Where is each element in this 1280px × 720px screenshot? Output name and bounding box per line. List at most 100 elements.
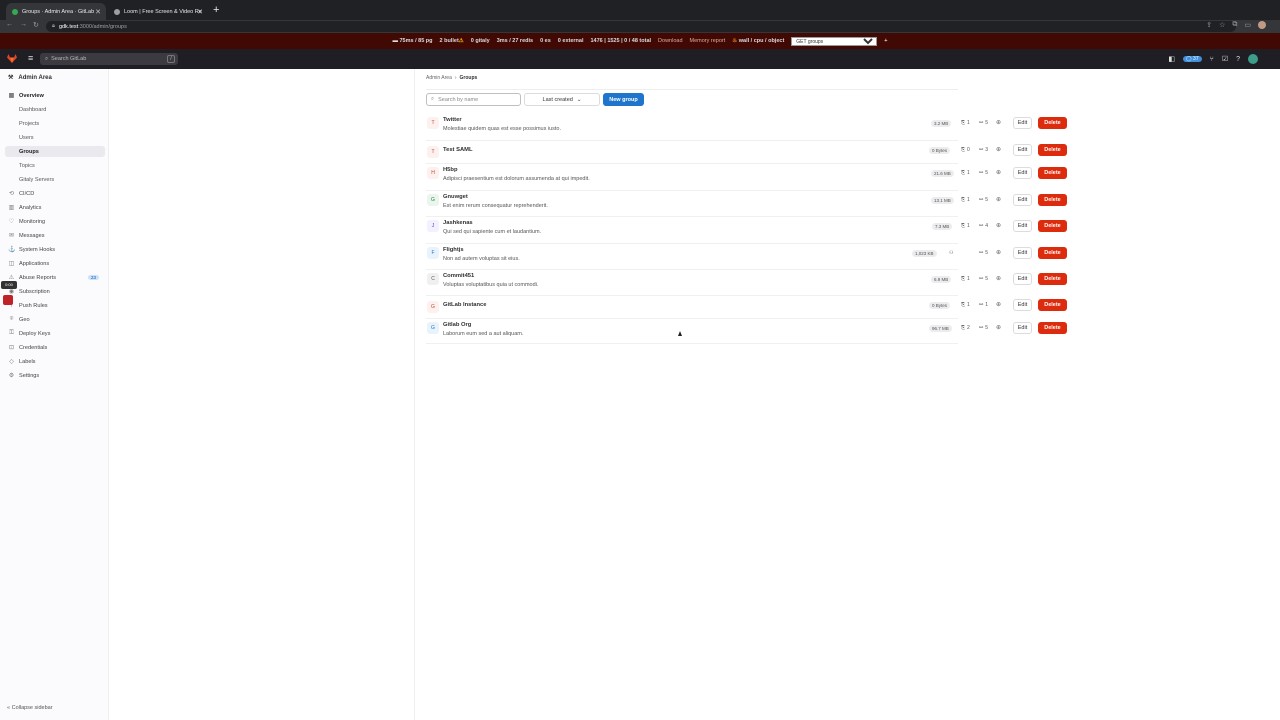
- extensions-icon[interactable]: ⧉: [1232, 21, 1237, 29]
- sidebar-item-gitaly-servers[interactable]: Gitaly Servers: [5, 174, 105, 185]
- add-request-button[interactable]: +: [884, 38, 887, 44]
- collapse-sidebar-button[interactable]: « Collapse sidebar: [7, 705, 53, 711]
- create-new-icon[interactable]: ◧: [1168, 55, 1175, 63]
- edit-group-button[interactable]: Edit: [1013, 144, 1032, 156]
- edit-group-button[interactable]: Edit: [1013, 273, 1032, 285]
- group-avatar[interactable]: G: [427, 322, 439, 334]
- pg-stat[interactable]: ▬ 75ms / 85 pg: [392, 38, 432, 44]
- group-name-link[interactable]: Twitter: [443, 117, 462, 123]
- group-name-link[interactable]: Flightjs: [443, 247, 464, 253]
- sidebar-item-users[interactable]: Users: [5, 132, 105, 143]
- group-avatar[interactable]: H: [427, 167, 439, 179]
- gitlab-logo-icon[interactable]: [7, 54, 17, 63]
- issues-count-badge[interactable]: ◯ 37: [1183, 56, 1202, 62]
- sidebar-item-subscription[interactable]: ◉ Subscription: [5, 286, 105, 297]
- bookmark-star-icon[interactable]: ☆: [1219, 21, 1225, 29]
- menu-icon[interactable]: ≡: [28, 53, 33, 63]
- merge-requests-icon[interactable]: ⑂: [1210, 56, 1214, 63]
- reload-icon[interactable]: ↻: [33, 21, 39, 29]
- browser-tab-loom[interactable]: Loom | Free Screen & Video Re ✕: [108, 3, 208, 20]
- share-icon[interactable]: ⇪: [1206, 21, 1212, 29]
- help-icon[interactable]: ?: [1236, 56, 1240, 63]
- sidebar-item-credentials[interactable]: ⊡ Credentials: [5, 342, 105, 353]
- group-name-link[interactable]: GitLab Instance: [443, 302, 487, 308]
- group-avatar[interactable]: G: [427, 194, 439, 206]
- sidebar-item-abuse-reports[interactable]: ⚠ Abuse Reports 23: [5, 272, 105, 283]
- profile-avatar[interactable]: [1258, 21, 1266, 29]
- delete-group-button[interactable]: Delete: [1038, 220, 1067, 232]
- sidebar-item-projects[interactable]: Projects: [5, 118, 105, 129]
- delete-group-button[interactable]: Delete: [1038, 299, 1067, 311]
- url-field[interactable]: 🔒︎ gdk.test :3000/admin/groups: [46, 21, 1236, 32]
- edit-group-button[interactable]: Edit: [1013, 322, 1032, 334]
- edit-group-button[interactable]: Edit: [1013, 247, 1032, 259]
- group-name-link[interactable]: Gitlab Org: [443, 322, 471, 328]
- group-avatar[interactable]: T: [427, 117, 439, 129]
- sidebar-item-labels[interactable]: ◇ Labels: [5, 356, 105, 367]
- edit-group-button[interactable]: Edit: [1013, 167, 1032, 179]
- delete-group-button[interactable]: Delete: [1038, 144, 1067, 156]
- search-input[interactable]: ⌕ Search GitLab /: [40, 53, 178, 65]
- new-group-button[interactable]: New group: [603, 93, 644, 106]
- group-name-link[interactable]: Gnuwget: [443, 194, 468, 200]
- delete-group-button[interactable]: Delete: [1038, 167, 1067, 179]
- edit-group-button[interactable]: Edit: [1013, 194, 1032, 206]
- delete-group-button[interactable]: Delete: [1038, 322, 1067, 334]
- group-avatar[interactable]: C: [427, 273, 439, 285]
- edit-group-button[interactable]: Edit: [1013, 117, 1032, 129]
- group-name-link[interactable]: Jashkenas: [443, 220, 473, 226]
- request-select[interactable]: GET groups: [791, 36, 878, 46]
- sidebar-item-groups[interactable]: Groups: [5, 146, 105, 157]
- sidebar-item-analytics[interactable]: ▥ Analytics: [5, 202, 105, 213]
- edit-group-button[interactable]: Edit: [1013, 299, 1032, 311]
- group-avatar[interactable]: F: [427, 247, 439, 259]
- delete-group-button[interactable]: Delete: [1038, 194, 1067, 206]
- delete-group-button[interactable]: Delete: [1038, 117, 1067, 129]
- breadcrumb-groups[interactable]: Groups: [460, 75, 478, 81]
- close-tab-icon[interactable]: ✕: [95, 8, 101, 16]
- sidebar-title[interactable]: ⚒ Admin Area: [8, 74, 52, 82]
- group-avatar[interactable]: G: [427, 301, 439, 313]
- sidebar-item-applications[interactable]: ◫ Applications: [5, 258, 105, 269]
- loom-recording-widget[interactable]: 0:00: [1, 281, 17, 311]
- back-icon[interactable]: ←: [6, 21, 13, 28]
- es-stat[interactable]: 0 es: [540, 38, 551, 44]
- group-avatar[interactable]: J: [427, 220, 439, 232]
- group-avatar[interactable]: T: [427, 146, 439, 158]
- sidebar-item-push-rules[interactable]: ⇡ Push Rules: [5, 300, 105, 311]
- gitaly-stat[interactable]: 0 gitaly: [471, 38, 490, 44]
- delete-group-button[interactable]: Delete: [1038, 247, 1067, 259]
- external-stat[interactable]: 0 external: [558, 38, 584, 44]
- group-name-link[interactable]: Commit451: [443, 273, 474, 279]
- bullet-stat[interactable]: 2 bullet⚠: [440, 38, 464, 44]
- sidebar-item-geo[interactable]: ⌾ Geo: [5, 314, 105, 325]
- sidepanel-icon[interactable]: ▭: [1244, 21, 1251, 29]
- sidebar-item-messages[interactable]: ✉ Messages: [5, 230, 105, 241]
- sidebar-item-overview[interactable]: ▦ Overview: [5, 90, 105, 101]
- redis-stat[interactable]: 3ms / 27 redis: [497, 38, 533, 44]
- sidebar-item-settings[interactable]: ⚙ Settings: [5, 370, 105, 381]
- user-avatar[interactable]: [1248, 54, 1258, 64]
- close-tab-icon[interactable]: ✕: [197, 8, 203, 16]
- total-stat[interactable]: 1476 | 1525 | 0 / 48 total: [590, 38, 651, 44]
- forward-icon[interactable]: →: [20, 21, 27, 28]
- sidebar-item-cicd[interactable]: ⟲ CI/CD: [5, 188, 105, 199]
- browser-tab-groups[interactable]: Groups · Admin Area · GitLab ✕: [6, 3, 106, 20]
- download-link[interactable]: Download: [658, 38, 682, 44]
- sidebar-item-dashboard[interactable]: Dashboard: [5, 104, 105, 115]
- sort-dropdown[interactable]: Last created ⌄: [524, 93, 600, 106]
- flamegraph-link[interactable]: ♨ wall / cpu / object: [732, 38, 784, 44]
- sidebar-item-system-hooks[interactable]: ⚓ System Hooks: [5, 244, 105, 255]
- search-by-name-input[interactable]: ⌕ Search by name: [426, 93, 521, 106]
- new-tab-icon[interactable]: +: [213, 4, 219, 16]
- sidebar-item-monitoring[interactable]: ♡ Monitoring: [5, 216, 105, 227]
- group-name-link[interactable]: H5bp: [443, 167, 458, 173]
- sidebar-item-topics[interactable]: Topics: [5, 160, 105, 171]
- memory-report-link[interactable]: Memory report: [690, 38, 726, 44]
- sidebar-item-deploy-keys[interactable]: ⚿ Deploy Keys: [5, 328, 105, 339]
- stop-recording-icon[interactable]: [3, 295, 13, 305]
- delete-group-button[interactable]: Delete: [1038, 273, 1067, 285]
- todos-icon[interactable]: ☑: [1222, 55, 1228, 63]
- breadcrumb-admin-area[interactable]: Admin Area: [426, 75, 452, 81]
- group-name-link[interactable]: Test SAML: [443, 147, 473, 153]
